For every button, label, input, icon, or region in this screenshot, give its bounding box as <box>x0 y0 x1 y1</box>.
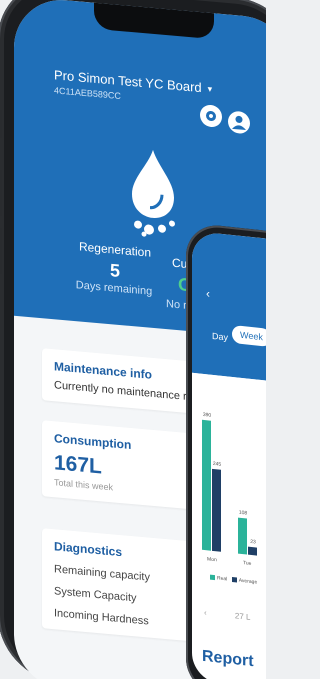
tab-day[interactable]: Day <box>212 331 228 343</box>
chart-bar <box>212 469 221 552</box>
volume-up-button <box>0 170 2 216</box>
chart-legend: Real Average <box>210 574 258 586</box>
chevron-down-icon: ▾ <box>207 83 213 95</box>
second-screen: ‹ Day Week 390 245 Mon 108 23 Tue Real Averag… <box>192 230 266 679</box>
scene: Pro Simon Test YC Board ▾ 4C11AEB589CC R… <box>0 0 266 679</box>
report-title: Report <box>202 647 254 671</box>
back-icon[interactable]: ‹ <box>206 286 210 300</box>
legend-swatch-average <box>231 577 237 583</box>
chart-bar <box>238 517 247 555</box>
tab-week[interactable]: Week <box>232 324 266 348</box>
chart-bar <box>248 546 257 556</box>
chart-data-label: 108 <box>238 509 248 517</box>
gear-icon[interactable] <box>200 104 222 128</box>
chart-x-label: Tue <box>243 560 252 567</box>
period-label: 27 L <box>234 611 251 622</box>
water-drop-icon <box>118 145 188 241</box>
date-navigator[interactable]: ‹ 27 L <box>204 608 250 622</box>
chart-x-label: Mon <box>207 556 217 564</box>
chart-data-label: 390 <box>202 411 212 419</box>
legend-real: Real <box>217 575 228 583</box>
consumption-chart: 390 245 Mon 108 23 Tue <box>192 372 266 574</box>
avatar-icon[interactable] <box>228 110 250 135</box>
legend-swatch-real <box>210 574 215 581</box>
chart-data-label: 23 <box>250 539 256 546</box>
chart-bar <box>202 419 211 551</box>
volume-down-button <box>0 228 2 274</box>
legend-average: Average <box>238 577 258 586</box>
chart-data-label: 245 <box>212 461 222 469</box>
second-screen-header: ‹ Day Week <box>192 230 266 384</box>
mute-switch <box>0 110 2 138</box>
prev-period-icon[interactable]: ‹ <box>204 608 207 617</box>
board-id: 4C11AEB589CC <box>54 85 121 102</box>
